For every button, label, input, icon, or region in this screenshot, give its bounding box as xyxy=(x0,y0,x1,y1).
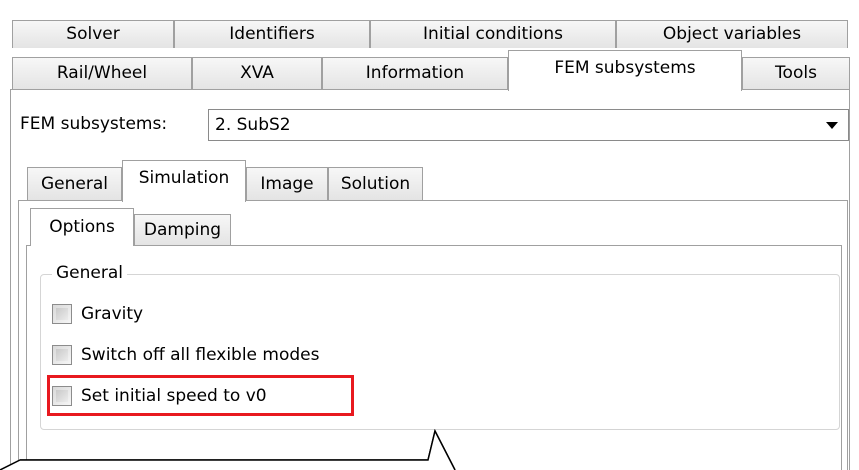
fem-subsystem-value: 2. SubS2 xyxy=(215,115,291,135)
tab-initial-conditions[interactable]: Initial conditions xyxy=(370,20,616,48)
tab-tools[interactable]: Tools xyxy=(742,57,850,89)
switch-off-flexible-modes-checkbox[interactable] xyxy=(52,345,72,365)
chevron-down-icon[interactable] xyxy=(826,122,838,130)
subtab-image[interactable]: Image xyxy=(246,167,328,200)
general-group-title: General xyxy=(52,262,127,284)
inner-tab-damping[interactable]: Damping xyxy=(134,214,231,245)
main-tabs: Solver Identifiers Initial conditions Ob… xyxy=(0,0,859,91)
tab-xva[interactable]: XVA xyxy=(192,57,322,89)
switch-off-flexible-modes-label: Switch off all flexible modes xyxy=(81,345,320,365)
subtab-general[interactable]: General xyxy=(27,167,122,200)
fem-subsystems-label: FEM subsystems: xyxy=(20,114,168,134)
tab-solver[interactable]: Solver xyxy=(12,20,174,48)
fem-subsystem-select[interactable]: 2. SubS2 xyxy=(208,109,849,141)
inner-tab-options[interactable]: Options xyxy=(30,208,134,246)
tab-rail-wheel[interactable]: Rail/Wheel xyxy=(12,57,192,89)
subtab-simulation[interactable]: Simulation xyxy=(122,160,246,202)
tab-information[interactable]: Information xyxy=(322,57,508,89)
tab-object-variables[interactable]: Object variables xyxy=(616,20,848,48)
tab-fem-subsystems[interactable]: FEM subsystems xyxy=(508,50,742,91)
break-line xyxy=(0,428,456,470)
gravity-checkbox[interactable] xyxy=(52,304,72,324)
tab-identifiers[interactable]: Identifiers xyxy=(174,20,370,48)
gravity-label: Gravity xyxy=(81,304,144,324)
subtab-solution[interactable]: Solution xyxy=(328,167,423,200)
